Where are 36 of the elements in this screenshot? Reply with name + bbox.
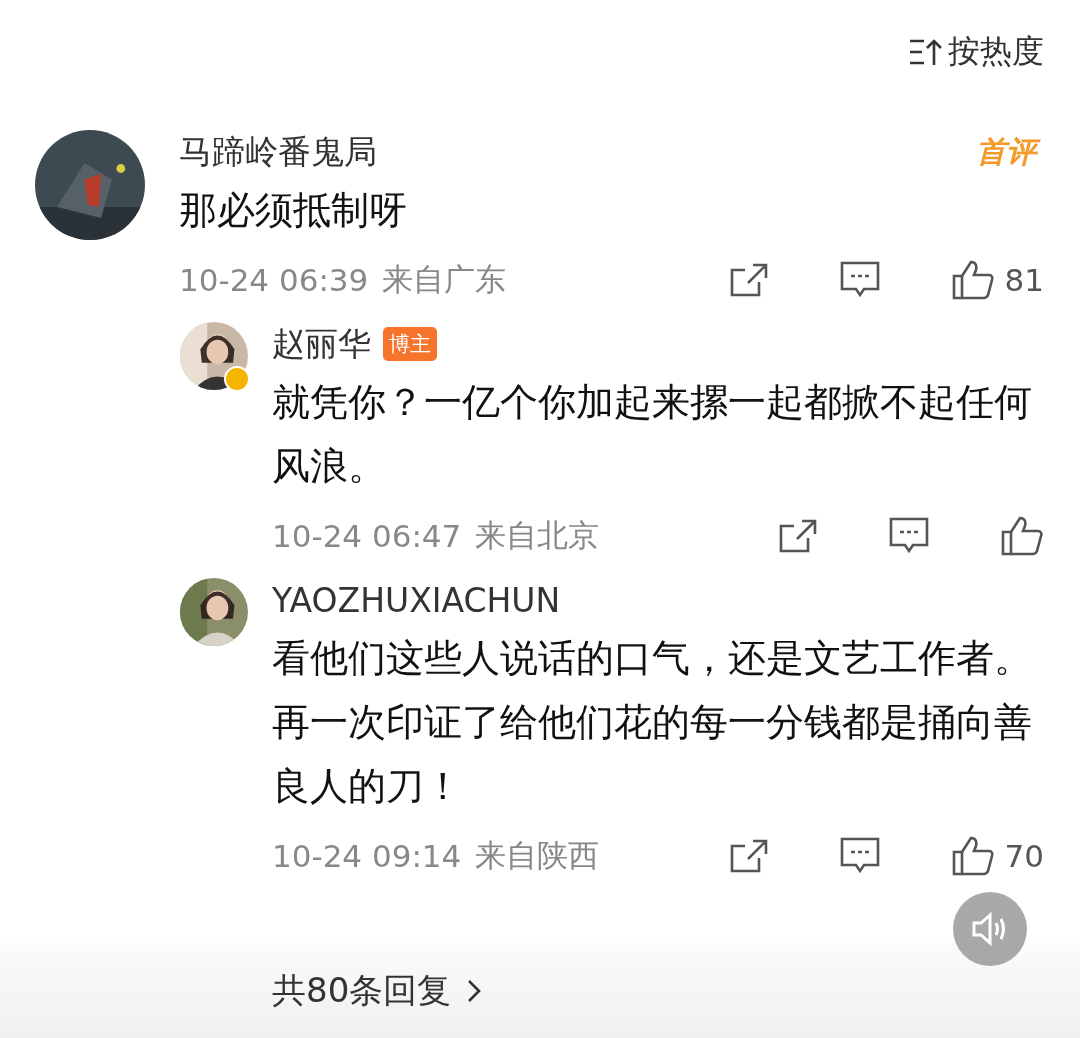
comment-location: 来自广东 <box>382 260 507 299</box>
like-button[interactable]: 81 <box>950 259 1044 301</box>
first-comment-label: 首评 <box>972 132 1044 172</box>
reply-button[interactable] <box>838 836 881 876</box>
share-icon <box>728 262 769 298</box>
sort-icon <box>908 37 942 67</box>
comment-location: 来自北京 <box>475 516 600 555</box>
share-button[interactable] <box>728 838 769 874</box>
share-button[interactable] <box>778 518 818 554</box>
more-replies-link[interactable]: 共80条回复 <box>272 967 482 1014</box>
reply-text: 就凭你？一亿个你加起来摞一起都掀不起任何风浪。 <box>272 379 1033 490</box>
thumbs-up-icon <box>950 259 995 301</box>
author-badge: 博主 <box>383 327 437 361</box>
share-button[interactable] <box>728 262 769 298</box>
share-icon <box>728 838 769 874</box>
chevron-right-icon <box>467 978 482 1003</box>
comment-time: 10-24 06:39 <box>179 262 369 298</box>
comment-time: 10-24 09:14 <box>272 838 462 874</box>
comment-icon <box>888 516 930 556</box>
comment-icon <box>838 260 881 300</box>
comment-text: 那必须抵制呀 <box>179 187 408 234</box>
thumbs-up-icon <box>950 835 995 877</box>
thumbs-up-icon <box>1000 515 1044 557</box>
reply-button[interactable] <box>888 516 930 556</box>
author-name: 马蹄岭番鬼局 <box>179 130 377 173</box>
author-name: YAOZHUXIACHUN <box>272 580 561 620</box>
author-name: 赵丽华 <box>272 322 371 365</box>
reply-text: 看他们这些人说话的口气，还是文艺工作者。再一次印证了给他们花的每一分钱都是捅向善良人的刀！ <box>272 635 1033 810</box>
share-icon <box>778 518 818 554</box>
like-button[interactable]: 70 <box>950 835 1044 877</box>
like-button[interactable] <box>1000 515 1044 557</box>
reply-button[interactable] <box>838 260 881 300</box>
comment-location: 来自陕西 <box>475 836 600 875</box>
sort-button[interactable]: 按热度 <box>908 30 1044 74</box>
comment-icon <box>838 836 881 876</box>
comment-time: 10-24 06:47 <box>272 518 462 554</box>
